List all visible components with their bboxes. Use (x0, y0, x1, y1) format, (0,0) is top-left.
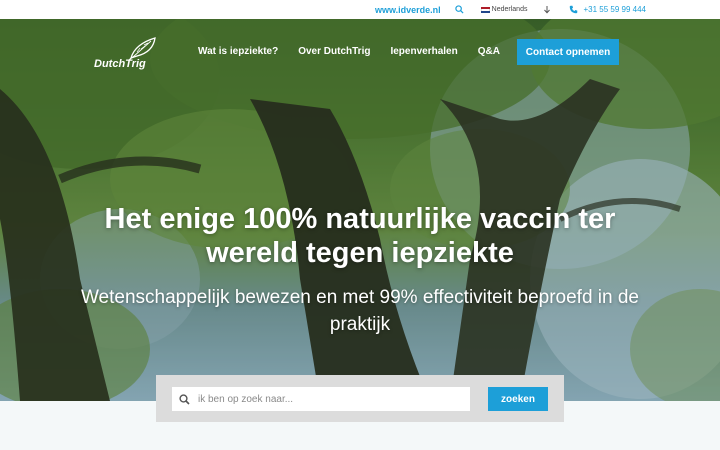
nav-item-qa[interactable]: Q&A (478, 46, 500, 57)
language-selector[interactable]: Nederlands (480, 6, 528, 13)
nav-item-iepenverhalen[interactable]: Iepenverhalen (390, 46, 457, 57)
search-button[interactable]: zoeken (488, 387, 548, 411)
language-label: Nederlands (491, 6, 528, 13)
arrow-down-icon[interactable] (543, 5, 553, 15)
website-link[interactable]: www.idverde.nl (375, 5, 441, 15)
phone-contact[interactable]: +31 55 59 99 444 (569, 5, 646, 14)
logo-text: DutchTrig (94, 58, 146, 70)
search-icon (179, 393, 190, 405)
phone-icon (570, 5, 578, 14)
contact-button[interactable]: Contact opnemen (517, 39, 619, 65)
top-utility-bar: www.idverde.nl Nederlands +31 55 59 99 4… (0, 0, 720, 19)
search-input[interactable] (198, 393, 448, 405)
hero-headline: Het enige 100% natuurlijke vaccin ter we… (104, 203, 616, 269)
search-field[interactable] (172, 387, 470, 411)
hero-section: DutchTrig Wat is iepziekte? Over DutchTr… (0, 19, 720, 401)
nav-item-wat-is-iepziekte[interactable]: Wat is iepziekte? (198, 46, 278, 57)
nav-item-over-dutchtrig[interactable]: Over DutchTrig (298, 46, 370, 57)
hero-subheadline: Wetenschappelijk bewezen en met 99% effe… (80, 287, 640, 335)
search-icon[interactable] (454, 5, 465, 15)
netherlands-flag-icon (480, 6, 490, 13)
search-panel: zoeken (156, 375, 564, 422)
phone-number: +31 55 59 99 444 (583, 5, 646, 14)
main-navigation: Wat is iepziekte? Over DutchTrig Iepenve… (198, 46, 520, 57)
